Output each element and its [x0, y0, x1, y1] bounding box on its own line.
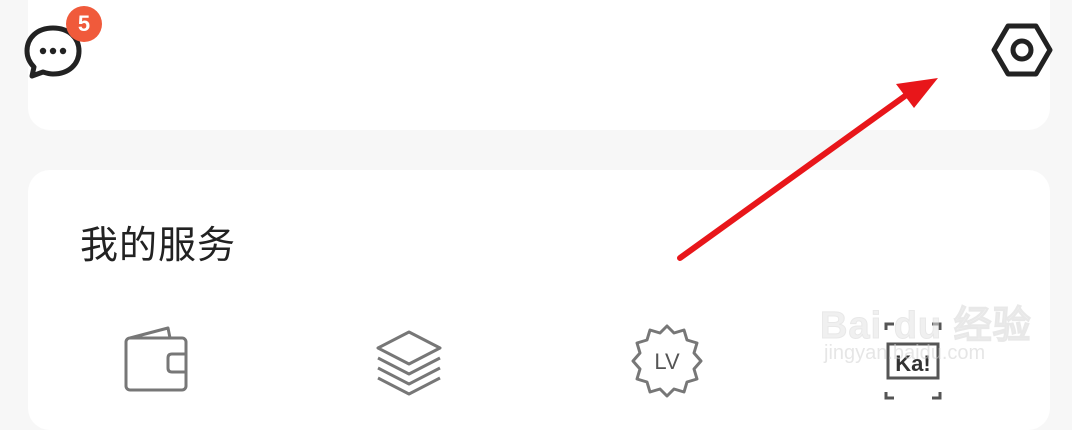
services-title: 我的服务	[80, 223, 237, 267]
settings-hexagon-icon	[991, 23, 1053, 77]
settings-button[interactable]	[990, 22, 1054, 78]
service-card-scan[interactable]: Ka!	[868, 316, 958, 406]
services-card: 我的服务 LV Ka!	[28, 170, 1050, 430]
level-badge-icon: LV	[631, 324, 703, 398]
layers-icon	[376, 330, 442, 396]
level-badge-text: LV	[654, 349, 680, 374]
service-wallet[interactable]	[112, 316, 202, 406]
top-card	[28, 0, 1050, 130]
service-layers[interactable]	[364, 316, 454, 406]
message-count-badge: 5	[66, 6, 102, 42]
card-scan-icon: Ka!	[884, 322, 942, 400]
service-level[interactable]: LV	[622, 316, 712, 406]
card-scan-text: Ka!	[895, 351, 930, 376]
wallet-icon	[124, 326, 188, 392]
